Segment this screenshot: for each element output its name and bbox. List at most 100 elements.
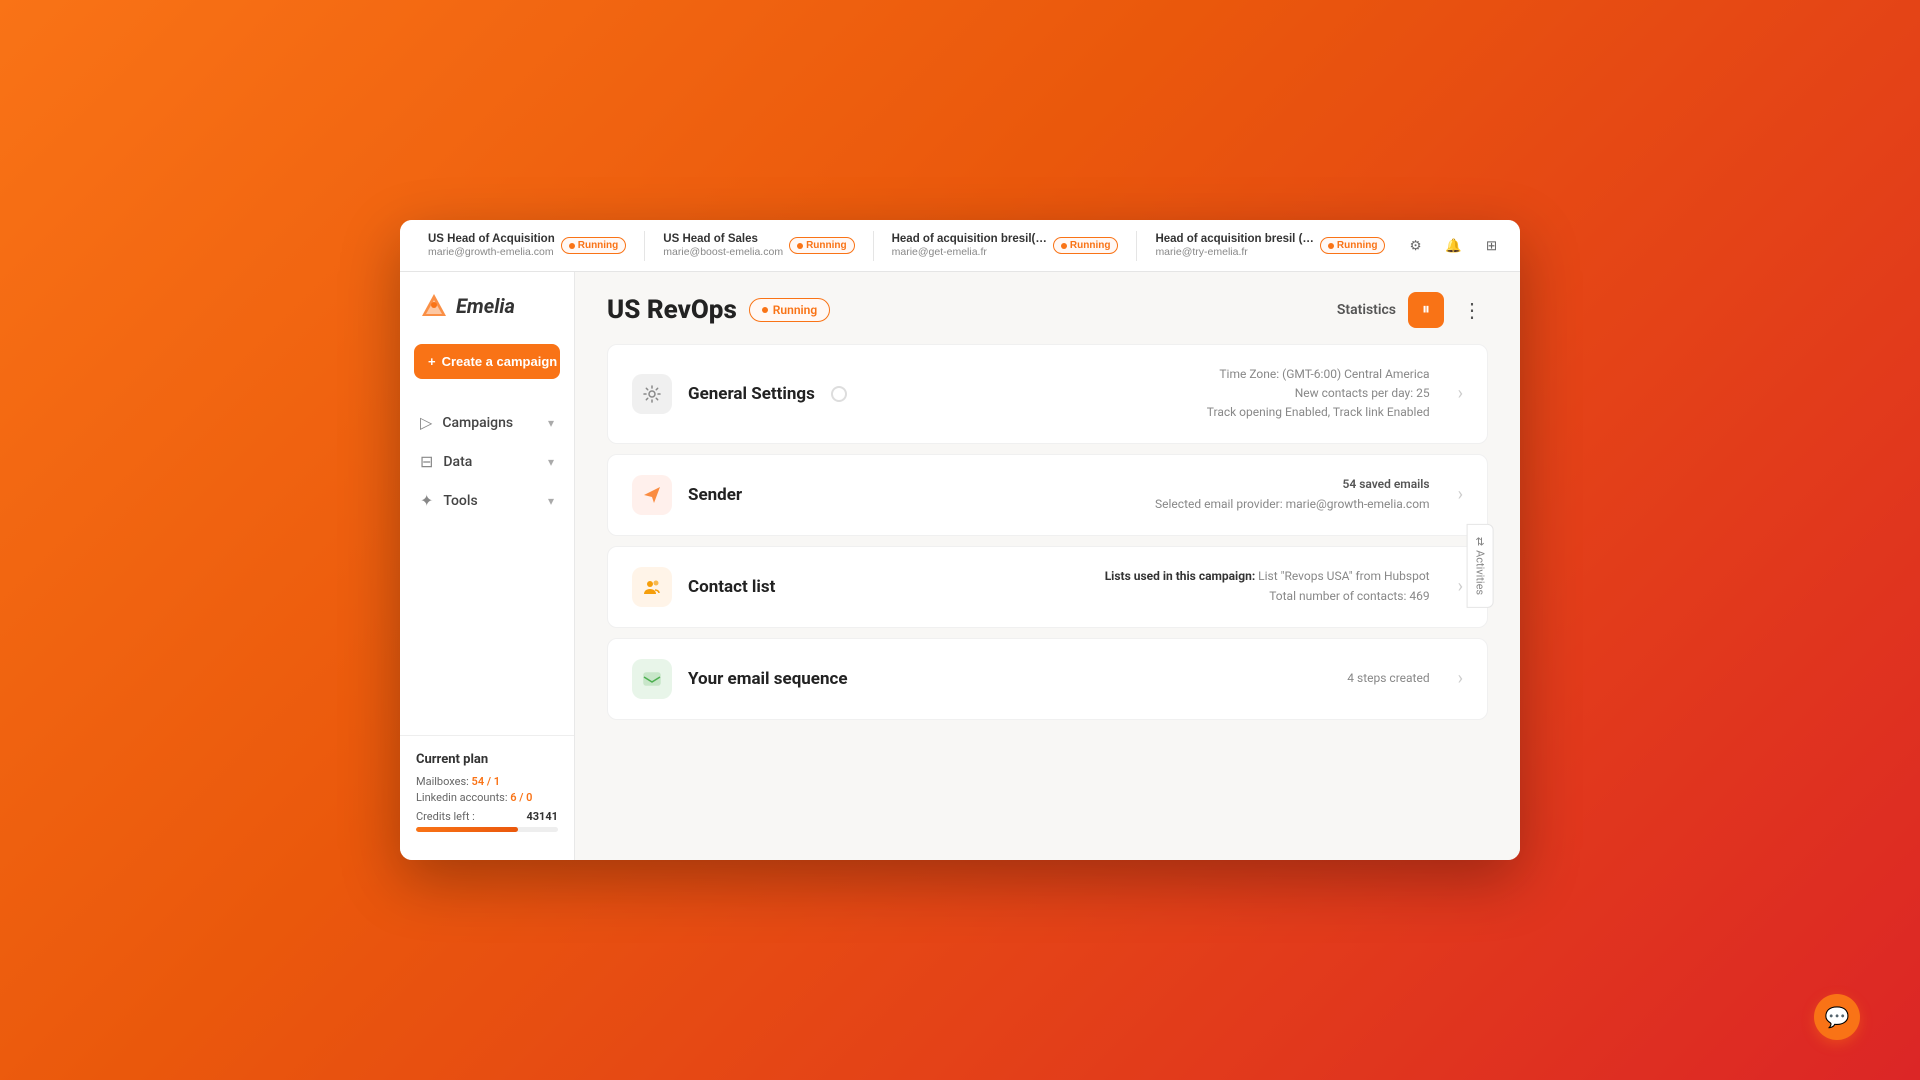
nav-label-0: Campaigns	[442, 415, 513, 431]
nav-chevron-1: ▾	[548, 455, 554, 469]
card-meta-line-1-1: Selected email provider: marie@growth-em…	[1155, 495, 1430, 514]
activities-label: Activities	[1473, 550, 1486, 595]
campaign-tab-1[interactable]: US Head of Sales marie@boost-emelia.com …	[651, 227, 866, 264]
card-meta-general-settings: Time Zone: (GMT-6:00) Central AmericaNew…	[1207, 365, 1430, 423]
credits-progress-fill	[416, 827, 518, 832]
sidebar: Emelia + Create a campaign ▷ Campaigns ▾…	[400, 272, 575, 860]
tab-running-dot-1	[797, 243, 803, 249]
tab-status-2: Running	[1070, 240, 1111, 251]
tab-running-dot-3	[1328, 243, 1334, 249]
card-meta-line-0-0: Time Zone: (GMT-6:00) Central America	[1207, 365, 1430, 384]
card-meta-line-3-0: 4 steps created	[1347, 669, 1429, 688]
campaign-tab-0[interactable]: US Head of Acquisition marie@growth-emel…	[416, 227, 638, 264]
campaign-tab-2[interactable]: Head of acquisition bresil(… marie@get-e…	[880, 227, 1131, 264]
tab-title-2: Head of acquisition bresil(…	[892, 233, 1047, 245]
card-meta-email-sequence: 4 steps created	[1347, 669, 1429, 688]
tab-status-0: Running	[578, 240, 619, 251]
card-title-sender: Sender	[688, 485, 742, 505]
nav-chevron-0: ▾	[548, 416, 554, 430]
nav-label-2: Tools	[443, 493, 477, 509]
tab-running-badge-2: Running	[1053, 237, 1119, 254]
nav-chevron-2: ▾	[548, 494, 554, 508]
sidebar-item-data[interactable]: ⊟ Data ▾	[400, 442, 574, 481]
tab-title-3: Head of acquisition bresil (…	[1155, 233, 1313, 245]
mailboxes-row: Mailboxes: 54 / 1	[416, 775, 558, 788]
card-meta-line-2-0: Lists used in this campaign: List "Revop…	[1105, 567, 1430, 586]
tab-status-3: Running	[1337, 240, 1378, 251]
sidebar-item-tools[interactable]: ✦ Tools ▾	[400, 481, 574, 520]
card-chevron-sender[interactable]: ›	[1458, 484, 1463, 505]
statistics-link[interactable]: Statistics	[1337, 302, 1396, 318]
linkedin-row: Linkedin accounts: 6 / 0	[416, 791, 558, 804]
card-icon-contact-list	[632, 567, 672, 607]
tab-title-0: US Head of Acquisition	[428, 233, 555, 245]
nav-icon-2: ✦	[420, 491, 433, 510]
card-chevron-email-sequence[interactable]: ›	[1458, 668, 1463, 689]
plan-title: Current plan	[416, 752, 558, 767]
tab-running-badge-0: Running	[561, 237, 627, 254]
pause-button[interactable]: ⏸	[1408, 292, 1444, 328]
page-title: US RevOps	[607, 295, 737, 325]
tab-title-1: US Head of Sales	[663, 233, 758, 245]
running-dot	[762, 307, 768, 313]
card-icon-general-settings	[632, 374, 672, 414]
card-title-contact-list: Contact list	[688, 577, 775, 597]
chat-icon: 💬	[1825, 1005, 1850, 1029]
card-chevron-general-settings[interactable]: ›	[1458, 383, 1463, 404]
tab-email-2: marie@get-emelia.fr	[892, 246, 987, 258]
logo: Emelia	[400, 292, 574, 344]
page-header: US RevOps Running Statistics ⏸ ⋮	[575, 272, 1520, 344]
credits-progress-bar	[416, 827, 558, 832]
more-options-button[interactable]: ⋮	[1456, 294, 1488, 326]
grid-icon-btn[interactable]: ⊞	[1477, 232, 1505, 260]
sidebar-bottom: Current plan Mailboxes: 54 / 1 Linkedin …	[400, 735, 574, 840]
credits-value: 43141	[526, 810, 558, 823]
card-meta-line-1-0: 54 saved emails	[1155, 475, 1430, 494]
running-label: Running	[773, 303, 817, 317]
language-button[interactable]: EN	[1515, 235, 1520, 257]
running-badge: Running	[749, 298, 830, 322]
card-sender[interactable]: Sender 54 saved emailsSelected email pro…	[607, 454, 1488, 536]
card-title-email-sequence: Your email sequence	[688, 669, 848, 689]
content-area: US RevOps Running Statistics ⏸ ⋮	[575, 272, 1520, 860]
chat-button[interactable]: 💬	[1814, 994, 1860, 1040]
logo-icon	[420, 292, 448, 320]
card-meta-line-0-2: Track opening Enabled, Track link Enable…	[1207, 403, 1430, 422]
sidebar-item-campaigns[interactable]: ▷ Campaigns ▾	[400, 403, 574, 442]
card-general-settings[interactable]: General Settings Time Zone: (GMT-6:00) C…	[607, 344, 1488, 444]
tab-running-dot-0	[569, 243, 575, 249]
nav-icon-0: ▷	[420, 413, 432, 432]
card-meta-line-0-1: New contacts per day: 25	[1207, 384, 1430, 403]
cards-container: General Settings Time Zone: (GMT-6:00) C…	[575, 344, 1520, 730]
activities-tab[interactable]: ⇄ Activities	[1466, 524, 1493, 608]
create-campaign-label: Create a campaign	[442, 354, 558, 369]
plus-icon: +	[428, 354, 436, 369]
tab-bar: US Head of Acquisition marie@growth-emel…	[400, 220, 1520, 272]
tab-bar-right: ⚙ 🔔 ⊞ EN TH	[1401, 231, 1520, 261]
activities-icon: ⇄	[1473, 537, 1486, 546]
card-email-sequence[interactable]: Your email sequence 4 steps created ›	[607, 638, 1488, 720]
campaign-tab-3[interactable]: Head of acquisition bresil (… marie@try-…	[1143, 227, 1397, 264]
tab-status-1: Running	[806, 240, 847, 251]
logo-text: Emelia	[456, 294, 515, 318]
card-chevron-contact-list[interactable]: ›	[1458, 576, 1463, 597]
card-icon-sender	[632, 475, 672, 515]
card-radio-general-settings[interactable]	[831, 386, 847, 402]
card-title-general-settings: General Settings	[688, 384, 815, 404]
notification-icon-btn[interactable]: 🔔	[1439, 232, 1467, 260]
nav-label-1: Data	[443, 454, 472, 470]
card-contact-list[interactable]: Contact list Lists used in this campaign…	[607, 546, 1488, 628]
header-right: Statistics ⏸ ⋮	[1337, 292, 1488, 328]
tab-running-dot-2	[1061, 243, 1067, 249]
create-campaign-button[interactable]: + Create a campaign	[414, 344, 560, 379]
tab-email-0: marie@growth-emelia.com	[428, 246, 554, 258]
card-meta-line-2-1: Total number of contacts: 469	[1105, 587, 1430, 606]
card-meta-sender: 54 saved emailsSelected email provider: …	[1155, 475, 1430, 513]
tab-email-1: marie@boost-emelia.com	[663, 246, 783, 258]
settings-icon-btn[interactable]: ⚙	[1401, 232, 1429, 260]
credits-label: Credits left :	[416, 810, 475, 823]
tab-running-badge-1: Running	[789, 237, 855, 254]
credits-row: Credits left : 43141	[416, 810, 558, 823]
tab-email-3: marie@try-emelia.fr	[1155, 246, 1247, 258]
nav-icon-1: ⊟	[420, 452, 433, 471]
